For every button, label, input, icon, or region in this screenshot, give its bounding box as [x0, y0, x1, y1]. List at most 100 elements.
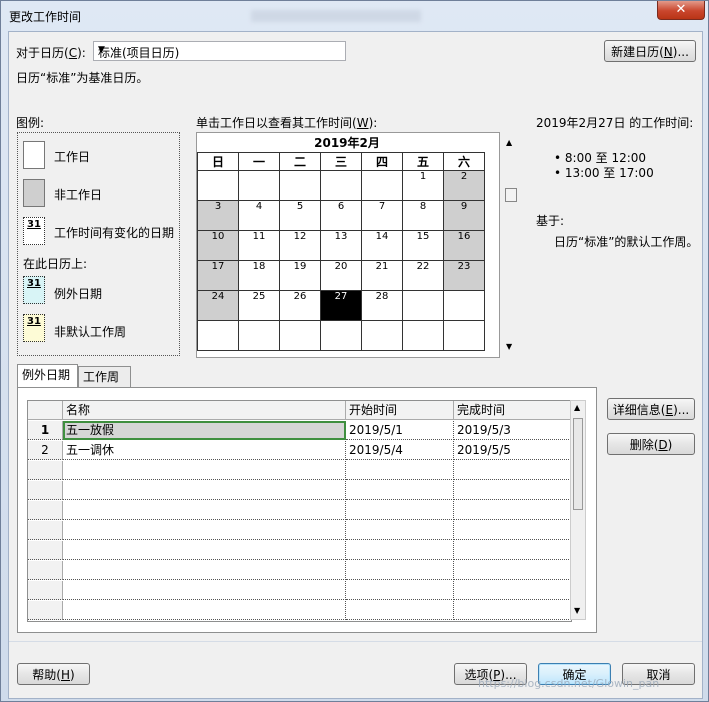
- table-row[interactable]: 1 五一放假 2019/5/1 2019/5/3: [28, 421, 571, 441]
- calendar-day[interactable]: [443, 290, 485, 321]
- table-cell-name[interactable]: [63, 541, 346, 560]
- calendar-day[interactable]: 2: [443, 170, 485, 201]
- calendar-day[interactable]: 16: [443, 230, 485, 261]
- table-row[interactable]: [28, 541, 571, 561]
- calendar-day[interactable]: 12: [279, 230, 321, 261]
- calendar-scrollbar[interactable]: ▲ ▼: [505, 136, 517, 356]
- calendar-day[interactable]: 11: [238, 230, 280, 261]
- table-cell-name[interactable]: [63, 581, 346, 600]
- calendar-day[interactable]: [279, 170, 321, 201]
- calendar-day[interactable]: 9: [443, 200, 485, 231]
- tab-work-weeks[interactable]: 工作周: [78, 366, 131, 388]
- calendar-select[interactable]: 标准(项目日历) ▼: [93, 41, 346, 61]
- table-cell-start[interactable]: [346, 561, 454, 580]
- table-cell-start[interactable]: [346, 601, 454, 620]
- calendar-day[interactable]: 20: [320, 260, 362, 291]
- table-cell-start[interactable]: [346, 501, 454, 520]
- calendar-day[interactable]: [402, 290, 444, 321]
- table-cell-name[interactable]: 五一调休: [63, 441, 346, 460]
- table-cell-name[interactable]: [63, 521, 346, 540]
- table-row[interactable]: 2 五一调休 2019/5/4 2019/5/5: [28, 441, 571, 461]
- calendar-day[interactable]: 24: [197, 290, 239, 321]
- table-cell-start[interactable]: [346, 581, 454, 600]
- tab-exceptions[interactable]: 例外日期: [17, 364, 78, 387]
- table-row[interactable]: [28, 481, 571, 501]
- delete-button[interactable]: 删除(D): [607, 433, 695, 455]
- table-cell-end[interactable]: 2019/5/5: [454, 441, 571, 460]
- calendar-day[interactable]: 28: [361, 290, 403, 321]
- calendar-day[interactable]: 3: [197, 200, 239, 231]
- table-row[interactable]: [28, 461, 571, 481]
- calendar-day[interactable]: 14: [361, 230, 403, 261]
- calendar-scroll-thumb[interactable]: [505, 188, 517, 202]
- calendar-day[interactable]: [443, 320, 485, 351]
- table-row[interactable]: [28, 501, 571, 521]
- calendar-day[interactable]: 1: [402, 170, 444, 201]
- calendar-day[interactable]: [238, 170, 280, 201]
- calendar-day[interactable]: 26: [279, 290, 321, 321]
- close-button[interactable]: ✕: [657, 1, 705, 20]
- calendar-day[interactable]: [402, 320, 444, 351]
- table-cell-end[interactable]: [454, 501, 571, 520]
- calendar-day[interactable]: 18: [238, 260, 280, 291]
- help-button[interactable]: 帮助(H): [17, 663, 90, 685]
- column-header-start[interactable]: 开始时间: [346, 401, 454, 420]
- scroll-down-icon[interactable]: ▼: [574, 606, 580, 615]
- calendar-day[interactable]: [197, 170, 239, 201]
- calendar-day[interactable]: 25: [238, 290, 280, 321]
- calendar-day[interactable]: [361, 170, 403, 201]
- table-cell-name[interactable]: [63, 501, 346, 520]
- table-cell-name[interactable]: [63, 561, 346, 580]
- title-bar[interactable]: 更改工作时间 ✕: [1, 1, 708, 31]
- calendar-day[interactable]: 17: [197, 260, 239, 291]
- table-cell-start[interactable]: [346, 541, 454, 560]
- calendar-day[interactable]: 13: [320, 230, 362, 261]
- scroll-up-icon[interactable]: ▲: [506, 138, 512, 147]
- calendar-day[interactable]: 23: [443, 260, 485, 291]
- table-cell-end[interactable]: [454, 541, 571, 560]
- calendar-day[interactable]: 10: [197, 230, 239, 261]
- table-row[interactable]: [28, 521, 571, 541]
- calendar-day[interactable]: 22: [402, 260, 444, 291]
- table-cell-start[interactable]: [346, 461, 454, 480]
- table-cell-start[interactable]: 2019/5/1: [346, 421, 454, 440]
- table-cell-end[interactable]: [454, 461, 571, 480]
- table-row[interactable]: [28, 581, 571, 601]
- table-cell-start[interactable]: 2019/5/4: [346, 441, 454, 460]
- table-cell-name[interactable]: [63, 461, 346, 480]
- table-cell-end[interactable]: [454, 601, 571, 620]
- table-scroll-thumb[interactable]: [573, 418, 583, 510]
- table-row[interactable]: [28, 561, 571, 581]
- table-cell-end[interactable]: [454, 481, 571, 500]
- month-calendar[interactable]: 2019年2月 日一二三四五六 1 2 3 4 5 6 7 8 9 10 11 12 13 14 15 16 1…: [196, 132, 500, 358]
- calendar-day[interactable]: [320, 320, 362, 351]
- calendar-day[interactable]: 27: [320, 290, 362, 321]
- column-header-name[interactable]: 名称: [63, 401, 346, 420]
- calendar-day[interactable]: [197, 320, 239, 351]
- table-cell-start[interactable]: [346, 481, 454, 500]
- table-row[interactable]: [28, 601, 571, 621]
- calendar-day[interactable]: 7: [361, 200, 403, 231]
- calendar-day[interactable]: 21: [361, 260, 403, 291]
- table-cell-start[interactable]: [346, 521, 454, 540]
- table-cell-name[interactable]: [63, 601, 346, 620]
- calendar-day[interactable]: [238, 320, 280, 351]
- table-cell-name[interactable]: 五一放假: [63, 421, 346, 440]
- table-cell-end[interactable]: [454, 581, 571, 600]
- scroll-down-icon[interactable]: ▼: [506, 342, 512, 351]
- calendar-day[interactable]: [279, 320, 321, 351]
- calendar-day[interactable]: 8: [402, 200, 444, 231]
- scroll-up-icon[interactable]: ▲: [574, 403, 580, 412]
- chevron-down-icon[interactable]: ▼: [98, 45, 341, 55]
- calendar-day[interactable]: 15: [402, 230, 444, 261]
- details-button[interactable]: 详细信息(E)...: [607, 398, 695, 420]
- calendar-day[interactable]: 5: [279, 200, 321, 231]
- new-calendar-button[interactable]: 新建日历(N)...: [604, 40, 696, 62]
- calendar-day[interactable]: 4: [238, 200, 280, 231]
- table-cell-name[interactable]: [63, 481, 346, 500]
- table-cell-end[interactable]: [454, 561, 571, 580]
- column-header-end[interactable]: 完成时间: [454, 401, 571, 420]
- table-cell-end[interactable]: 2019/5/3: [454, 421, 571, 440]
- calendar-day[interactable]: 19: [279, 260, 321, 291]
- table-cell-end[interactable]: [454, 521, 571, 540]
